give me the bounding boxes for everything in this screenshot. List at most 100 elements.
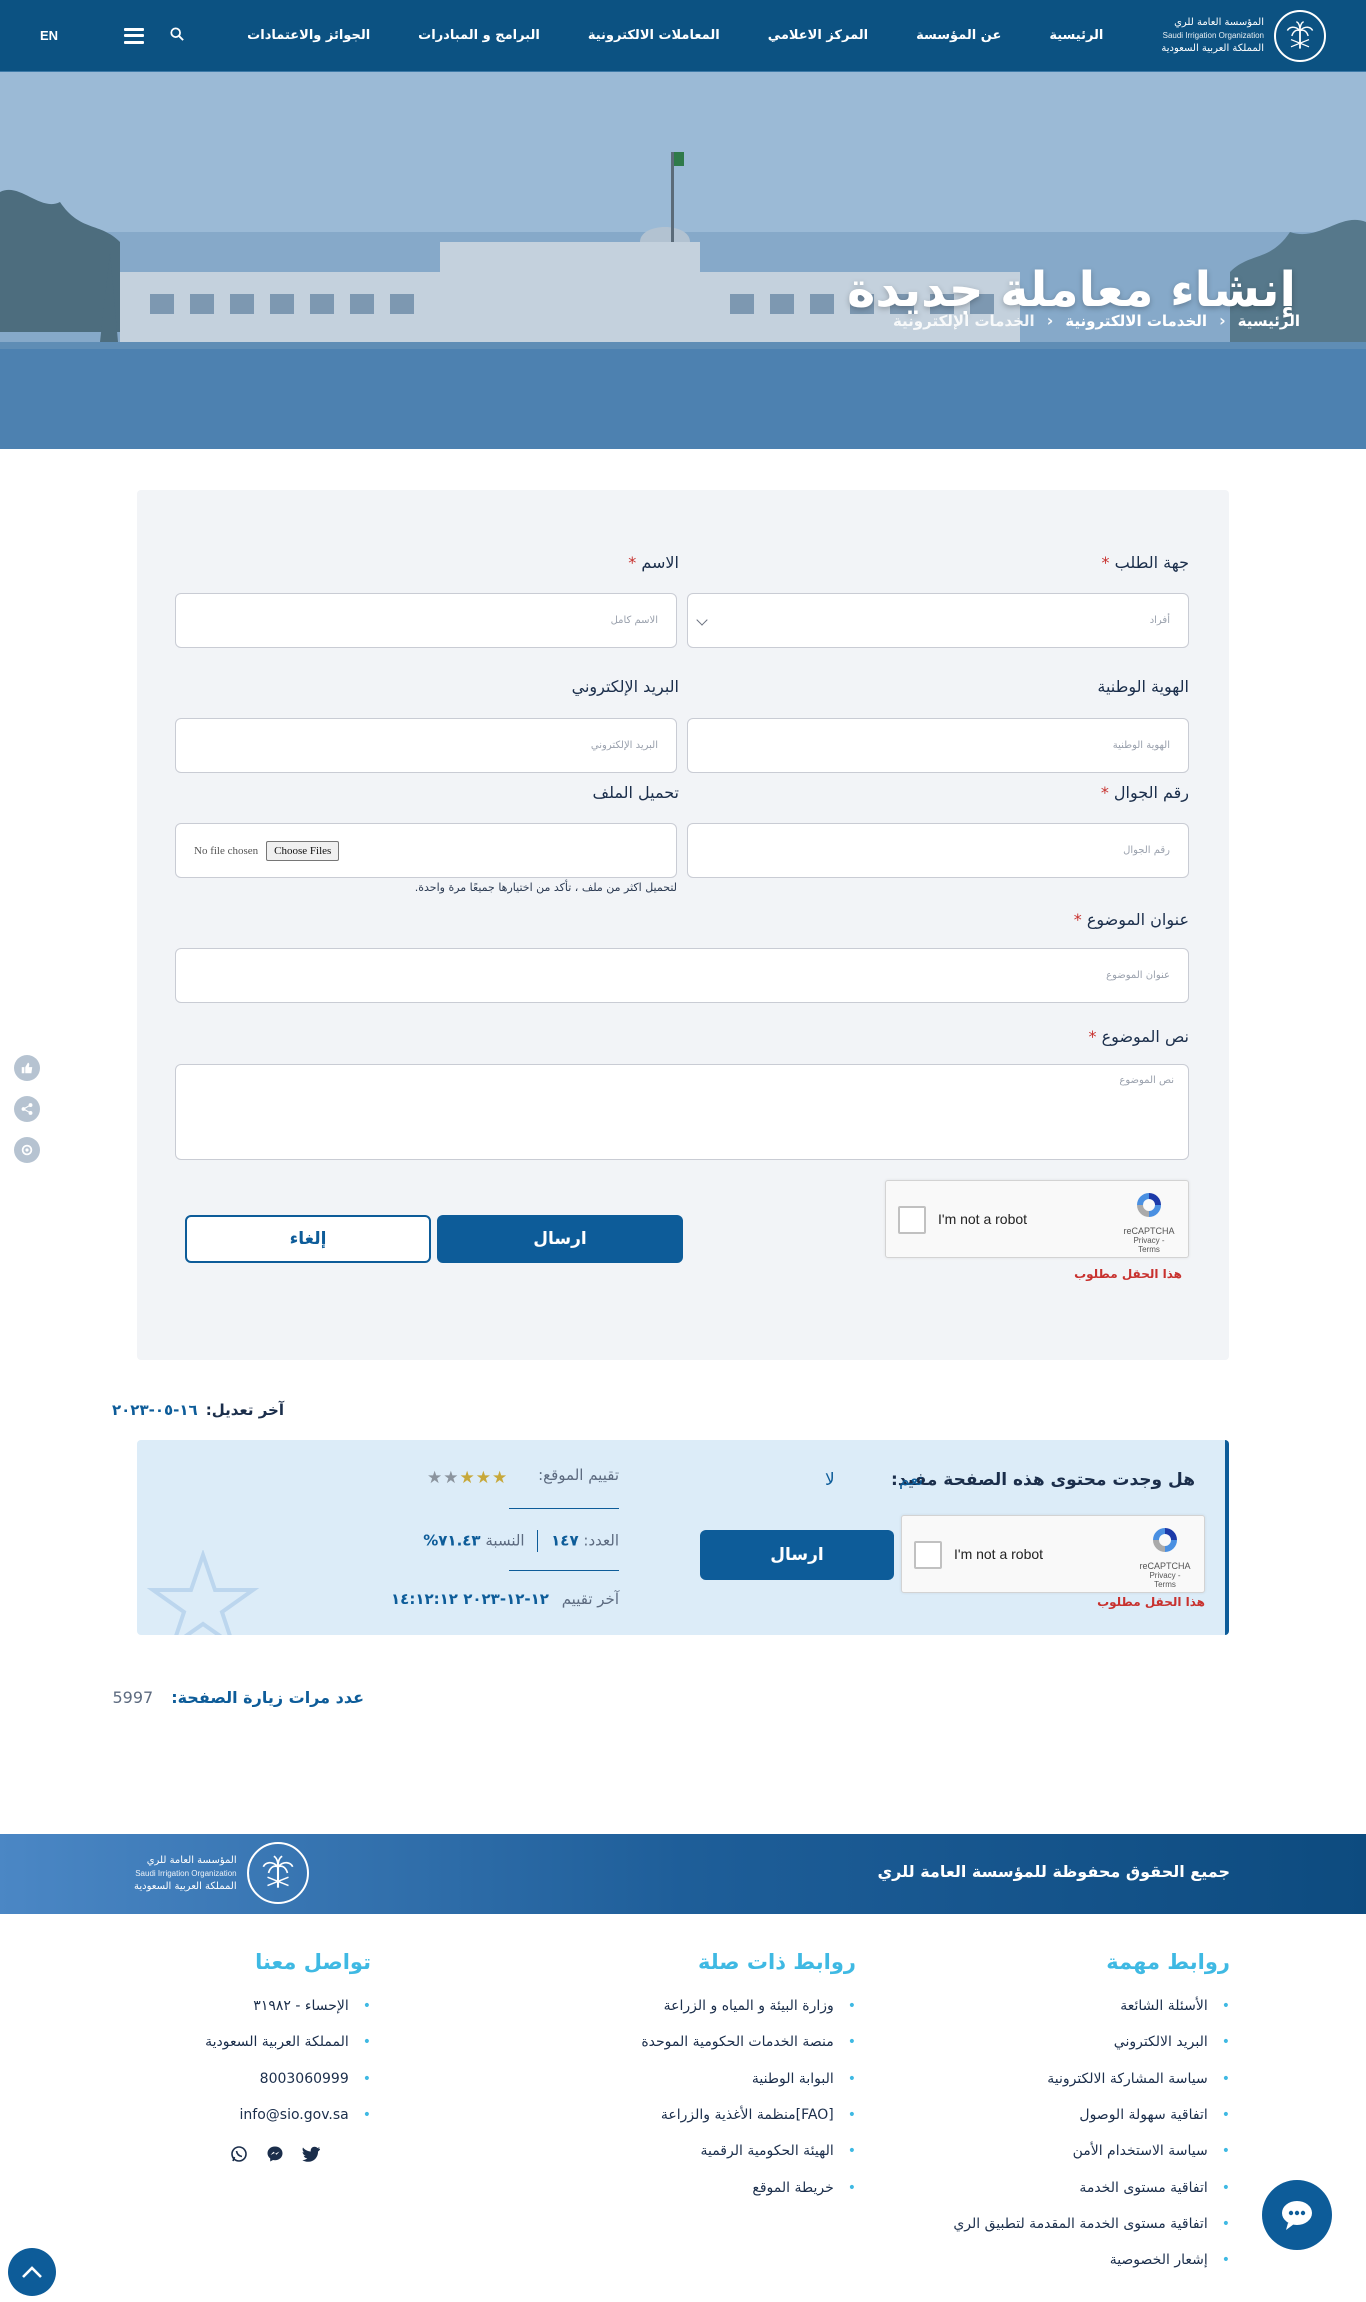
subject-label: عنوان الموضوع *: [1073, 910, 1189, 929]
recaptcha-checkbox[interactable]: [914, 1541, 942, 1569]
helpful-yes[interactable]: نعم: [899, 1470, 923, 1490]
helpful-no[interactable]: لا: [825, 1470, 835, 1490]
requester-select[interactable]: أفراد: [687, 593, 1189, 648]
helpful-question: هل وجدت محتوى هذه الصفحة مفيد:: [891, 1470, 1195, 1490]
chevron-up-icon[interactable]: [8, 2248, 56, 2296]
footer-link[interactable]: خريطة الموقع: [641, 2169, 856, 2205]
footer-link[interactable]: سياسة الاستخدام الأمن: [953, 2133, 1230, 2169]
name-placeholder: الاسم كامل: [610, 615, 658, 626]
page-visits: عدد مرات زيارة الصفحة: 5997: [112, 1688, 364, 1707]
logo-country: المملكة العربية السعودية: [1161, 43, 1264, 54]
name-input[interactable]: الاسم كامل: [175, 593, 677, 648]
body-textarea[interactable]: نص الموضوع: [175, 1064, 1189, 1160]
whatsapp-icon[interactable]: [230, 2145, 248, 2163]
footer-link[interactable]: الأسئلة الشائعة: [953, 1988, 1230, 2024]
footer-link[interactable]: اتفاقية سهولة الوصول: [953, 2097, 1230, 2133]
footer-link[interactable]: منصة الخدمات الحكومية الموحدة: [641, 2024, 856, 2060]
nav-programs[interactable]: البرامج و المبادرات: [394, 28, 564, 43]
divider: [509, 1570, 619, 1571]
footer-link[interactable]: الهيئة الحكومية الرقمية: [641, 2133, 856, 2169]
contact-phone[interactable]: 8003060999: [205, 2061, 371, 2097]
recaptcha-terms-link[interactable]: Privacy - Terms: [1122, 1236, 1176, 1254]
file-status: No file chosen: [194, 844, 259, 857]
subject-input[interactable]: عنوان الموضوع: [175, 948, 1189, 1003]
page-title: إنشاء معاملة جديدة: [847, 262, 1296, 318]
nav-media-center[interactable]: المركز الاعلامي: [744, 28, 892, 43]
twitter-icon[interactable]: [302, 2145, 320, 2163]
national-id-input[interactable]: الهوية الوطنية: [687, 718, 1189, 773]
last-modified: آخر تعديل: ١٦-٠٥-٢٠٢٣: [112, 1401, 284, 1419]
recaptcha-checkbox[interactable]: [898, 1206, 926, 1234]
top-navbar: المؤسسة العامة للري Saudi Irrigation Org…: [0, 0, 1366, 72]
share-icon[interactable]: [14, 1096, 40, 1122]
hero-overlay-band: [0, 349, 1366, 449]
file-upload-input[interactable]: Choose Files No file chosen: [175, 823, 677, 878]
menu-icon[interactable]: [124, 27, 145, 44]
site-logo[interactable]: المؤسسة العامة للري Saudi Irrigation Org…: [1161, 9, 1326, 62]
page-feedback-panel: هل وجدت محتوى هذه الصفحة مفيد: نعم لا تق…: [137, 1440, 1229, 1635]
logo-name-ar: المؤسسة العامة للري: [1174, 17, 1264, 28]
breadcrumb-eservices[interactable]: الخدمات الالكترونية: [1065, 312, 1207, 330]
feedback-captcha-error: هذا الحقل مطلوب: [1097, 1595, 1205, 1609]
upload-hint: لتحميل اكثر من ملف ، تأكد من اختيارها جم…: [414, 881, 677, 894]
important-links-title: روابط مهمة: [1106, 1950, 1230, 1974]
social-links: [230, 2145, 320, 2163]
related-links-title: روابط ذات صلة: [697, 1950, 856, 1974]
footer-link[interactable]: اتفاقية مستوى الخدمة: [953, 2169, 1230, 2205]
footer-logo-country: المملكة العربية السعودية: [134, 1880, 237, 1892]
footer-link[interactable]: إشعار الخصوصية: [953, 2242, 1230, 2278]
recaptcha-brand: reCAPTCHA: [1139, 1561, 1191, 1571]
mobile-label: رقم الجوال *: [1100, 783, 1189, 802]
submit-button[interactable]: ارسال: [437, 1215, 683, 1263]
count-label: العدد:: [583, 1531, 619, 1550]
chevron-left-icon: ‹: [1219, 311, 1226, 330]
rating-stats: العدد: ١٤٧ النسبة ٧١.٤٣%: [423, 1530, 619, 1552]
visits-label: عدد مرات زيارة الصفحة:: [171, 1688, 364, 1707]
contact-email[interactable]: info@sio.gov.sa: [205, 2097, 371, 2133]
recaptcha-terms-link[interactable]: Privacy - Terms: [1138, 1571, 1192, 1589]
search-icon[interactable]: [170, 26, 184, 45]
chevron-down-icon: [696, 614, 708, 626]
feedback-submit-button[interactable]: ارسال: [700, 1530, 894, 1580]
footer-link[interactable]: البوابة الوطنية: [641, 2061, 856, 2097]
messenger-icon[interactable]: [266, 2145, 284, 2163]
national-id-placeholder: الهوية الوطنية: [1112, 740, 1170, 751]
nav-awards[interactable]: الجوائز والاعتمادات: [223, 28, 394, 43]
site-rating-label: تقييم الموقع:: [538, 1466, 619, 1484]
footer-link[interactable]: وزارة البيئة و المياه و الزراعة: [641, 1988, 856, 2024]
copyright-text: جميع الحقوق محفوظة للمؤسسة العامة للري: [877, 1862, 1230, 1881]
recaptcha-brand: reCAPTCHA: [1123, 1226, 1175, 1236]
thumbs-up-icon[interactable]: [14, 1055, 40, 1081]
last-rating-value: ١٢-١٢-٢٠٢٣ ١٤:١٢:١٢: [391, 1590, 549, 1608]
nav-about[interactable]: عن المؤسسة: [892, 28, 1025, 43]
contact-list: الإحساء - ٣١٩٨٢ المملكة العربية السعودية…: [205, 1988, 371, 2133]
recaptcha-label: I'm not a robot: [954, 1546, 1044, 1562]
requester-label: جهة الطلب *: [1101, 553, 1189, 572]
language-switch[interactable]: EN: [40, 28, 58, 43]
mobile-input[interactable]: رقم الجوال: [687, 823, 1189, 878]
nav-home[interactable]: الرئيسية: [1025, 28, 1127, 43]
ratio-label: النسبة: [485, 1531, 525, 1550]
contact-title: تواصل معنا: [255, 1950, 371, 1974]
cancel-button[interactable]: إلغاء: [185, 1215, 431, 1263]
email-input[interactable]: البريد الإلكتروني: [175, 718, 677, 773]
chat-bubble-icon[interactable]: [1262, 2180, 1332, 2250]
breadcrumb: الرئيسية ‹ الخدمات الالكترونية ‹ الخدمات…: [893, 311, 1300, 330]
footer-link[interactable]: البريد الالكتروني: [953, 2024, 1230, 2060]
requester-selected-value: أفراد: [1149, 615, 1170, 626]
nav-tools: EN: [40, 26, 184, 45]
subject-placeholder: عنوان الموضوع: [1106, 970, 1170, 981]
footer-link[interactable]: سياسة المشاركة الالكترونية: [953, 2061, 1230, 2097]
recaptcha-label: I'm not a robot: [938, 1211, 1028, 1227]
footer-link[interactable]: اتفاقية مستوى الخدمة المقدمة لتطبيق الري: [953, 2206, 1230, 2242]
nav-e-transactions[interactable]: المعاملات الالكترونية: [564, 28, 744, 43]
breadcrumb-home[interactable]: الرئيسية: [1238, 312, 1300, 330]
ratio-value: ٧١.٤٣%: [423, 1531, 481, 1550]
recaptcha-logo-icon: [1137, 1193, 1161, 1217]
contact-country: المملكة العربية السعودية: [205, 2024, 371, 2060]
upload-label: تحميل الملف: [592, 783, 680, 802]
choose-files-button[interactable]: Choose Files: [266, 840, 340, 861]
footer-link[interactable]: [FAO]منظمة الأغذية والزراعة: [641, 2097, 856, 2133]
gear-icon[interactable]: [14, 1137, 40, 1163]
footer-logo[interactable]: المؤسسة العامة للري Saudi Irrigation Org…: [134, 1842, 309, 1904]
